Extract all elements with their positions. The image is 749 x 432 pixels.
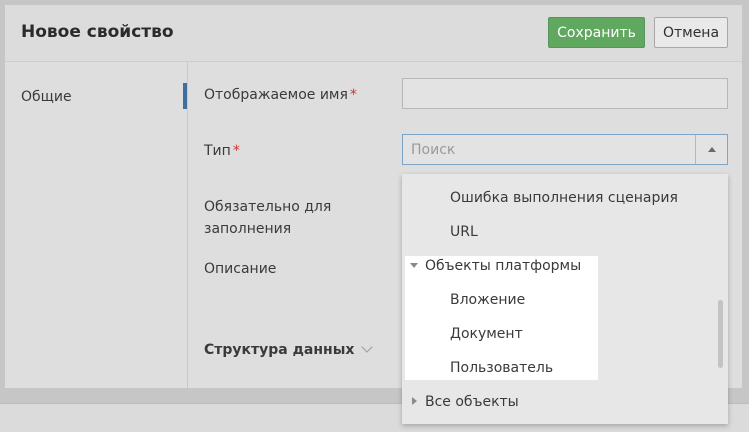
mandatory-label-line2: заполнения <box>204 221 292 237</box>
display-name-label-text: Отображаемое имя <box>204 87 348 103</box>
required-mark: * <box>232 143 240 159</box>
description-label: Описание <box>204 261 277 277</box>
save-button[interactable]: Сохранить <box>548 17 645 48</box>
dialog-title: Новое свойство <box>21 22 174 42</box>
dropdown-group-platform-objects[interactable]: Объекты платформы <box>410 258 581 274</box>
dropdown-group-all-objects[interactable]: Все объекты <box>412 394 519 410</box>
chevron-down-icon <box>361 341 374 353</box>
chevron-up-icon <box>708 147 716 152</box>
dropdown-item-url[interactable]: URL <box>450 224 478 240</box>
type-label-text: Тип <box>204 143 231 159</box>
sidebar-divider <box>187 62 188 388</box>
required-mark: * <box>349 87 357 103</box>
caret-right-icon <box>412 397 417 405</box>
cancel-button[interactable]: Отмена <box>654 17 728 48</box>
dialog-header: Новое свойство Сохранить Отмена <box>5 5 742 62</box>
dropdown-group-label: Все объекты <box>425 394 519 410</box>
mandatory-label-line1: Обязательно для <box>204 199 332 215</box>
type-select-toggle[interactable] <box>695 135 727 164</box>
data-structure-toggle[interactable]: Структура данных <box>204 341 374 358</box>
type-dropdown-list[interactable]: Ошибка выполнения сценария URL Объекты п… <box>402 174 728 424</box>
dropdown-item-user[interactable]: Пользователь <box>450 360 553 376</box>
type-label: Тип * <box>204 140 240 162</box>
dropdown-item-document[interactable]: Документ <box>450 326 523 342</box>
sidebar-item-general[interactable]: Общие <box>21 89 72 105</box>
caret-down-icon <box>410 263 418 268</box>
type-search-placeholder: Поиск <box>411 142 456 158</box>
type-select[interactable]: Поиск <box>402 134 728 165</box>
display-name-input[interactable] <box>402 78 728 109</box>
dropdown-item-script-error[interactable]: Ошибка выполнения сценария <box>450 190 678 206</box>
dropdown-item-attachment[interactable]: Вложение <box>450 292 525 308</box>
dropdown-group-label: Объекты платформы <box>425 258 582 274</box>
dropdown-scrollbar[interactable] <box>718 300 723 368</box>
mandatory-label: Обязательно для заполнения <box>204 196 331 240</box>
sidebar: Общие <box>5 62 187 388</box>
data-structure-label: Структура данных <box>204 342 355 358</box>
display-name-label: Отображаемое имя * <box>204 84 357 106</box>
